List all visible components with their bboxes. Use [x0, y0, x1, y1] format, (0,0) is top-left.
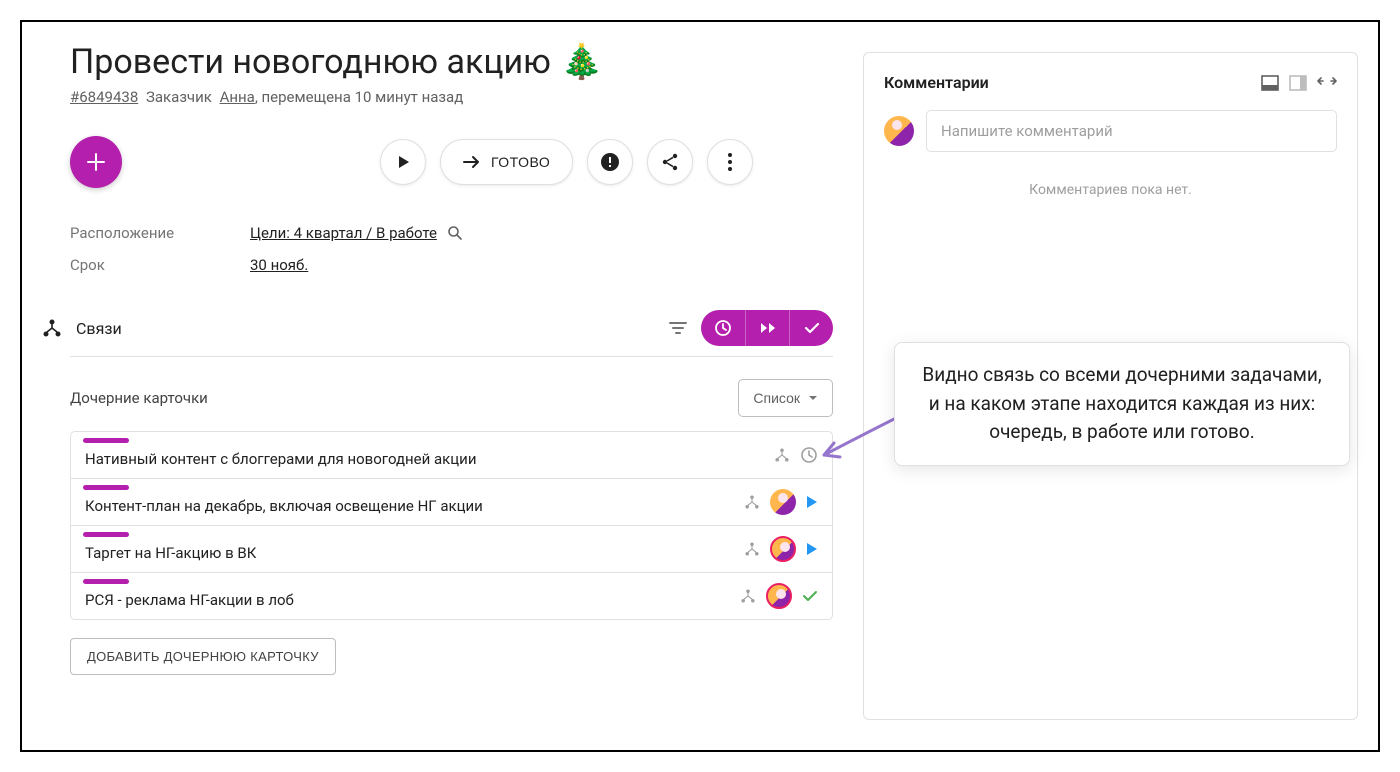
clock-icon	[714, 319, 732, 337]
check-icon	[802, 590, 818, 602]
task-id-link[interactable]: #6849438	[70, 88, 138, 106]
avatar	[884, 116, 914, 146]
no-comments-text: Комментариев пока нет.	[884, 182, 1337, 198]
play-icon	[396, 155, 410, 169]
child-cards-title: Дочерние карточки	[70, 389, 208, 407]
layout-side-icon[interactable]	[1289, 75, 1307, 91]
add-child-card-button[interactable]: ДОБАВИТЬ ДОЧЕРНЮЮ КАРТОЧКУ	[70, 638, 336, 675]
fast-forward-icon	[759, 321, 777, 335]
hierarchy-icon	[744, 541, 760, 557]
child-card-item[interactable]: Контент-план на декабрь, включая освещен…	[71, 478, 832, 525]
child-card-item[interactable]: Нативный контент с блоггерами для нового…	[71, 432, 832, 478]
share-button[interactable]	[647, 139, 693, 185]
task-subtitle: #6849438 Заказчик Анна, перемещена 10 ми…	[70, 88, 833, 106]
tree-emoji: 🎄	[561, 42, 603, 82]
done-button[interactable]: ГОТОВО	[440, 139, 573, 185]
arrow-right-icon	[463, 155, 481, 169]
card-title: Контент-план на декабрь, включая освещен…	[85, 489, 734, 515]
task-title-text: Провести новогоднюю акцию	[70, 42, 551, 82]
deadline-label: Срок	[70, 256, 250, 274]
comment-input[interactable]: Напишите комментарий	[926, 110, 1337, 152]
status-filter-group	[701, 310, 833, 346]
comments-title: Комментарии	[884, 73, 989, 92]
hierarchy-icon	[744, 494, 760, 510]
location-value[interactable]: Цели: 4 квартал / В работе	[250, 224, 463, 242]
owner-link[interactable]: Анна	[220, 88, 255, 106]
card-title: Таргет на НГ-акцию в ВК	[85, 536, 734, 562]
hierarchy-icon	[42, 318, 62, 338]
alert-button[interactable]	[587, 139, 633, 185]
play-icon	[806, 495, 818, 509]
child-card-item[interactable]: Таргет на НГ-акцию в ВК	[71, 525, 832, 572]
play-button[interactable]	[380, 139, 426, 185]
card-color-tag	[83, 532, 129, 537]
child-card-item[interactable]: РСЯ - реклама НГ-акции в лоб	[71, 572, 832, 619]
links-section-title: Связи	[76, 319, 655, 338]
check-icon	[804, 322, 820, 334]
hierarchy-icon	[774, 447, 790, 463]
annotation-callout: Видно связь со всеми дочерними задачами,…	[894, 342, 1350, 466]
share-icon	[661, 153, 679, 171]
card-color-tag	[83, 485, 129, 490]
child-card-list: Нативный контент с блоггерами для нового…	[70, 431, 833, 620]
more-vertical-icon	[728, 153, 732, 171]
filter-queue[interactable]	[701, 310, 745, 346]
search-icon[interactable]	[447, 225, 463, 241]
filter-icon[interactable]	[669, 321, 687, 335]
card-color-tag	[83, 579, 129, 584]
card-title: Нативный контент с блоггерами для нового…	[85, 442, 764, 468]
expand-icon[interactable]	[1317, 75, 1337, 87]
divider	[70, 356, 833, 357]
add-button[interactable]	[70, 136, 122, 188]
location-label: Расположение	[70, 224, 250, 242]
avatar	[766, 583, 792, 609]
filter-progress[interactable]	[745, 310, 789, 346]
filter-done[interactable]	[789, 310, 833, 346]
alert-icon	[600, 152, 620, 172]
hierarchy-icon	[740, 588, 756, 604]
task-title: Провести новогоднюю акцию 🎄	[70, 42, 833, 82]
layout-bottom-icon[interactable]	[1261, 75, 1279, 91]
more-button[interactable]	[707, 139, 753, 185]
card-title: РСЯ - реклама НГ-акции в лоб	[85, 583, 730, 609]
plus-icon	[86, 152, 106, 172]
avatar	[770, 536, 796, 562]
card-color-tag	[83, 438, 129, 443]
deadline-value[interactable]: 30 нояб.	[250, 256, 308, 274]
play-icon	[806, 542, 818, 556]
avatar	[770, 489, 796, 515]
